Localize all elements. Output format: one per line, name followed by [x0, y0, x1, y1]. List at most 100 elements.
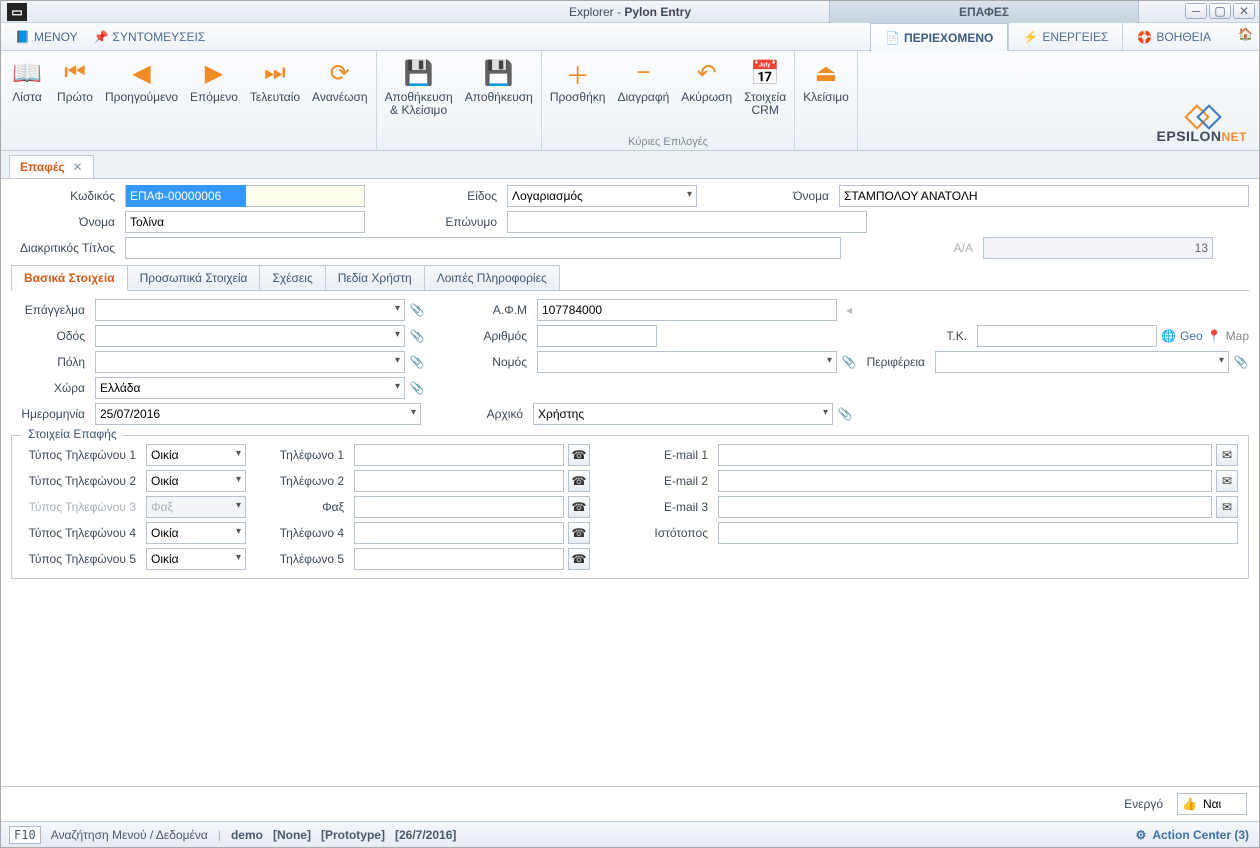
field-phone-4[interactable] — [354, 522, 564, 544]
ribbon-save-close-button[interactable]: 💾Αποθήκευση & Κλείσιμο — [379, 55, 459, 150]
geo-link[interactable]: 🌐Geo — [1161, 329, 1203, 343]
field-email-3[interactable] — [718, 496, 1212, 518]
value-aa: 13 — [1195, 241, 1208, 255]
attach-icon[interactable]: 📎 — [1233, 355, 1249, 369]
field-region[interactable] — [935, 351, 1229, 373]
globe-icon: 🌐 — [1161, 329, 1176, 343]
subtab-userfields[interactable]: Πεδία Χρήστη — [325, 265, 425, 290]
field-phone-2[interactable] — [354, 470, 564, 492]
context-tab-label: ΕΠΑΦΕΣ — [829, 1, 1139, 23]
attach-icon[interactable]: 📎 — [841, 355, 857, 369]
ribbon-list-button[interactable]: 📖Λίστα — [3, 55, 51, 150]
field-email-1[interactable] — [718, 444, 1212, 466]
ribbon-first-button[interactable]: ⏮Πρώτο — [51, 55, 99, 150]
status-bar: F10 Αναζήτηση Μενού / Δεδομένα | demo [N… — [1, 821, 1259, 847]
field-street[interactable] — [95, 325, 405, 347]
minimize-button[interactable]: ─ — [1185, 3, 1207, 19]
field-active[interactable]: 👍 Ναι — [1177, 793, 1247, 815]
field-afm[interactable]: 107784000 — [537, 299, 837, 321]
ribbon-close-button[interactable]: ⏏Κλείσιμο — [797, 55, 855, 150]
action-center-button[interactable]: ⚙ Action Center (3) — [1136, 828, 1249, 842]
doc-tab-contacts[interactable]: Επαφές ✕ — [9, 155, 94, 178]
afm-lookup-icon[interactable]: ◂ — [841, 303, 857, 317]
save-icon: 💾 — [484, 57, 514, 89]
thumbs-up-icon: 👍 — [1182, 797, 1197, 811]
field-phone-1[interactable] — [354, 444, 564, 466]
ribbon-next-button[interactable]: ▶Επόμενο — [184, 55, 244, 150]
field-zip[interactable] — [977, 325, 1157, 347]
ribbon-delete-button[interactable]: −Διαγραφή — [611, 55, 675, 134]
tab-help[interactable]: 🛟 ΒΟΗΘΕΙΑ — [1122, 23, 1225, 51]
ribbon-prev-button[interactable]: ◀Προηγούμενο — [99, 55, 184, 150]
field-country[interactable]: Ελλάδα — [95, 377, 405, 399]
status-search-hint[interactable]: Αναζήτηση Μενού / Δεδομένα — [51, 828, 208, 842]
field-first-name[interactable]: Τολίνα — [125, 211, 365, 233]
field-kind[interactable]: Λογαριασμός — [507, 185, 697, 207]
mail-icon[interactable]: ✉ — [1216, 496, 1238, 518]
field-phone-type-5[interactable]: Οικία — [146, 548, 246, 570]
ribbon-cancel-button[interactable]: ↶Ακύρωση — [675, 55, 738, 134]
attach-icon[interactable]: 📎 — [409, 303, 425, 317]
row-header: Κωδικός ΕΠΑΦ-00000006 Είδος Λογαριασμός … — [11, 185, 1249, 207]
field-fax[interactable] — [354, 496, 564, 518]
attach-icon[interactable]: 📎 — [409, 329, 425, 343]
label-profession: Επάγγελμα — [11, 303, 91, 317]
dial-icon[interactable]: ☎ — [568, 496, 590, 518]
field-phone-type-3: Φαξ — [146, 496, 246, 518]
field-prefecture[interactable] — [537, 351, 837, 373]
dial-icon[interactable]: ☎ — [568, 470, 590, 492]
home-icon[interactable]: 🏠 — [1238, 27, 1253, 41]
field-email-2[interactable] — [718, 470, 1212, 492]
book-icon: 📖 — [12, 57, 42, 89]
dial-icon[interactable]: ☎ — [568, 548, 590, 570]
status-user: [None] — [273, 828, 311, 842]
tab-actions[interactable]: ⚡ ΕΝΕΡΓΕΙΕΣ — [1008, 23, 1122, 51]
field-profession[interactable] — [95, 299, 405, 321]
label-aa: Α/Α — [939, 241, 979, 255]
label-region: Περιφέρεια — [861, 355, 931, 369]
subtab-other[interactable]: Λοιπές Πληροφορίες — [424, 265, 560, 290]
attach-icon[interactable]: 📎 — [409, 355, 425, 369]
ribbon-last-button[interactable]: ⏭Τελευταίο — [244, 55, 306, 150]
close-window-button[interactable]: ✕ — [1233, 3, 1255, 19]
field-origin[interactable]: Χρήστης — [533, 403, 833, 425]
field-phone-type-1[interactable]: Οικία — [146, 444, 246, 466]
shortcuts-button[interactable]: 📌 ΣΥΝΤΟΜΕΥΣΕΙΣ — [86, 26, 214, 48]
ribbon-save-button[interactable]: 💾Αποθήκευση — [459, 55, 539, 150]
field-code[interactable]: ΕΠΑΦ-00000006 — [125, 185, 365, 207]
dial-icon[interactable]: ☎ — [568, 444, 590, 466]
ribbon-group-label: Κύριες Επιλογές — [542, 136, 794, 148]
field-phone-type-4[interactable]: Οικία — [146, 522, 246, 544]
subtab-personal[interactable]: Προσωπικά Στοιχεία — [127, 265, 261, 290]
mail-icon[interactable]: ✉ — [1216, 470, 1238, 492]
ribbon-add-button[interactable]: ＋Προσθήκη — [544, 55, 612, 134]
field-streetno[interactable] — [537, 325, 657, 347]
label-phone-5: Τηλέφωνο 5 — [250, 552, 350, 566]
menu-button[interactable]: 📘 ΜΕΝΟΥ — [7, 26, 86, 48]
attach-icon[interactable]: 📎 — [409, 381, 425, 395]
attach-icon[interactable]: 📎 — [837, 407, 853, 421]
label-afm: Α.Φ.Μ — [473, 303, 533, 317]
mail-icon[interactable]: ✉ — [1216, 444, 1238, 466]
map-link[interactable]: 📍Map — [1207, 329, 1249, 343]
field-phone-5[interactable] — [354, 548, 564, 570]
field-fullname[interactable]: ΣΤΑΜΠΟΛΟΥ ΑΝΑΤΟΛΗ — [839, 185, 1249, 207]
doc-tab-close-icon[interactable]: ✕ — [72, 160, 82, 174]
subtab-basic[interactable]: Βασικά Στοιχεία — [11, 265, 128, 291]
subtab-relations[interactable]: Σχέσεις — [259, 265, 325, 290]
first-icon: ⏮ — [64, 57, 86, 89]
field-date[interactable]: 25/07/2016 — [95, 403, 421, 425]
field-city[interactable] — [95, 351, 405, 373]
field-last-name[interactable] — [507, 211, 867, 233]
tab-content[interactable]: 📄 ΠΕΡΙΕΧΟΜΕΝΟ — [870, 23, 1008, 52]
field-phone-type-2[interactable]: Οικία — [146, 470, 246, 492]
ribbon-refresh-button[interactable]: ⟳Ανανέωση — [306, 55, 374, 150]
field-website[interactable] — [718, 522, 1238, 544]
ribbon-crm-button[interactable]: 📅Στοιχεία CRM — [738, 55, 792, 134]
status-date: [26/7/2016] — [395, 828, 456, 842]
dial-icon[interactable]: ☎ — [568, 522, 590, 544]
maximize-button[interactable]: ▢ — [1209, 3, 1231, 19]
field-trade-title[interactable] — [125, 237, 841, 259]
label-fax: Φαξ — [250, 500, 350, 514]
eject-icon: ⏏ — [815, 57, 838, 89]
